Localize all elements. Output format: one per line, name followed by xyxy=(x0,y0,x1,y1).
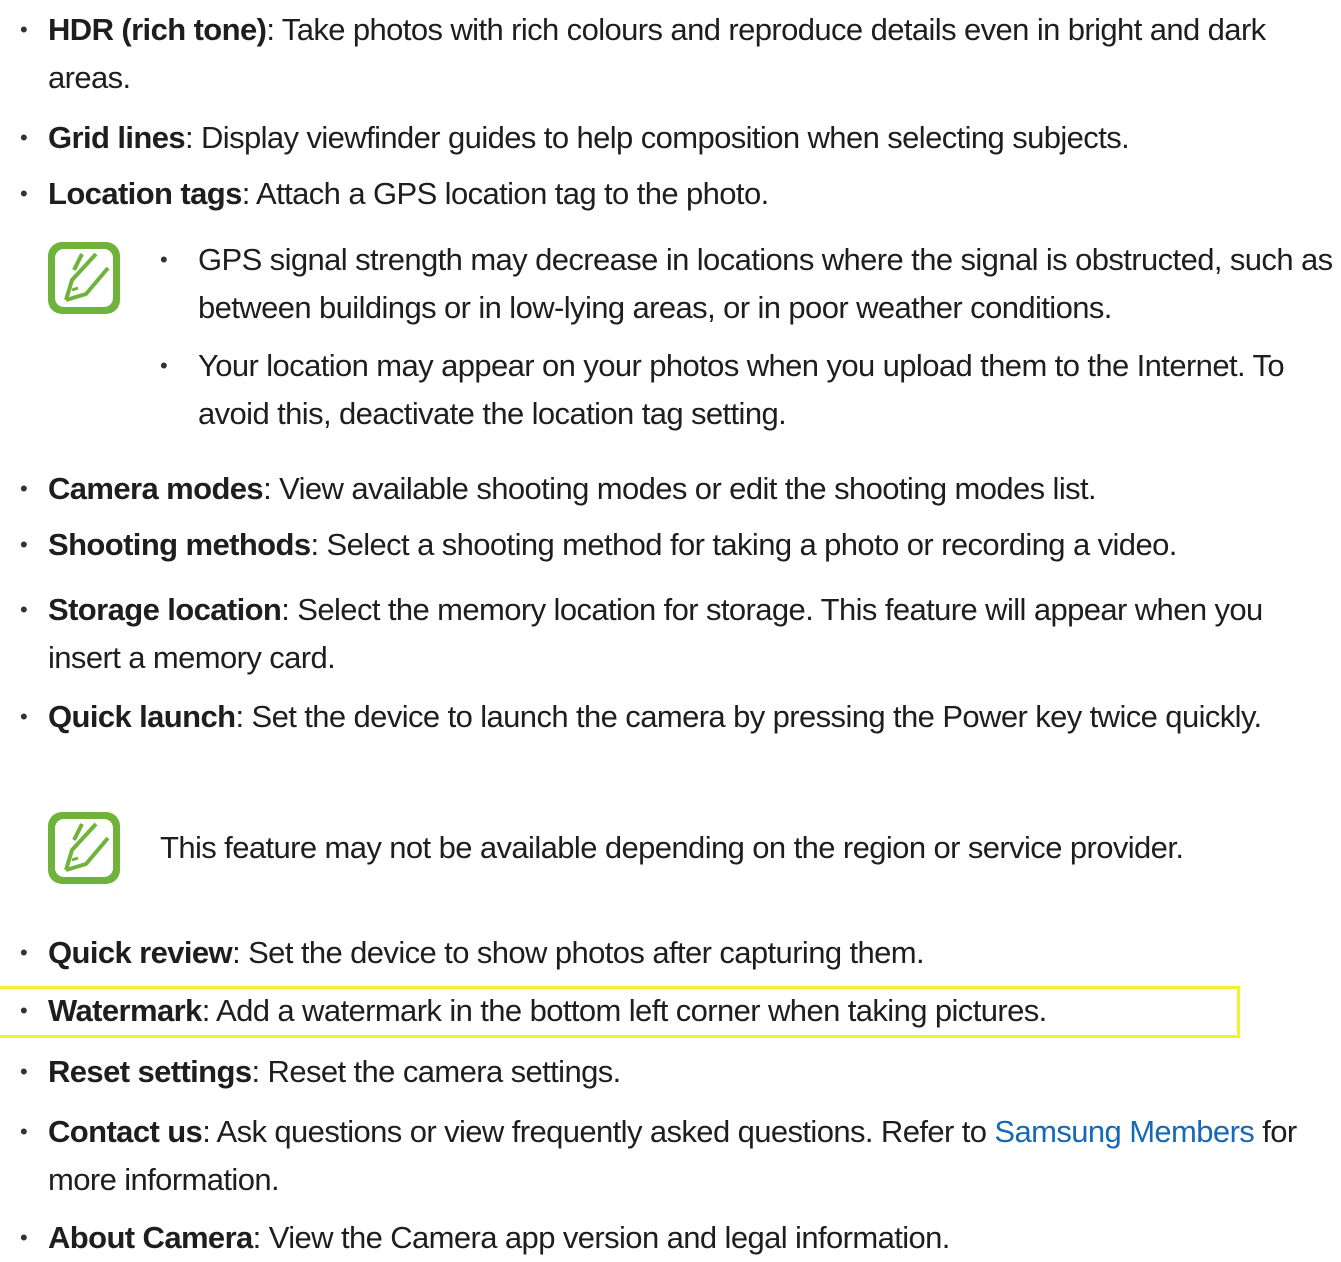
setting-item-shooting-methods: • Shooting methods: Select a shooting me… xyxy=(0,521,1320,569)
setting-description: : Set the device to launch the camera by… xyxy=(235,699,1262,734)
bullet: • xyxy=(20,704,28,729)
bullet: • xyxy=(20,532,28,557)
setting-item-camera-modes: • Camera modes: View available shooting … xyxy=(0,465,1320,513)
setting-item-hdr: • HDR (rich tone): Take photos with rich… xyxy=(0,6,1320,102)
setting-description: : Display viewfinder guides to help comp… xyxy=(184,120,1130,155)
setting-description: : Reset the camera settings. xyxy=(251,1054,622,1089)
setting-item-contact-us: • Contact us: Ask questions or view freq… xyxy=(0,1108,1320,1204)
bullet: • xyxy=(20,597,28,622)
setting-item-quick-review: • Quick review: Set the device to show p… xyxy=(0,929,1320,977)
setting-description: : Attach a GPS location tag to the photo… xyxy=(241,176,769,211)
setting-description: : View the Camera app version and legal … xyxy=(252,1220,951,1255)
note-text: GPS signal strength may decrease in loca… xyxy=(198,242,1333,325)
note-pencil-icon xyxy=(48,242,120,314)
bullet: • xyxy=(20,17,28,42)
setting-description: : Select a shooting method for taking a … xyxy=(310,527,1177,562)
note-pencil-icon xyxy=(48,812,120,884)
setting-term: Quick launch xyxy=(48,699,236,734)
samsung-members-link[interactable]: Samsung Members xyxy=(994,1114,1254,1149)
setting-term: Contact us xyxy=(48,1114,203,1149)
setting-item-grid-lines: • Grid lines: Display viewfinder guides … xyxy=(0,114,1320,162)
setting-term: About Camera xyxy=(48,1220,253,1255)
setting-description: : Set the device to show photos after ca… xyxy=(232,935,925,970)
manual-page: • HDR (rich tone): Take photos with rich… xyxy=(0,0,1341,1255)
bullet: • xyxy=(20,1059,28,1084)
bullet: • xyxy=(20,125,28,150)
setting-term: HDR (rich tone) xyxy=(48,12,267,47)
note-bullet-location: • Your location may appear on your photo… xyxy=(150,342,1335,438)
setting-term: Location tags xyxy=(48,176,242,211)
bullet: • xyxy=(160,247,168,272)
setting-item-location-tags: • Location tags: Attach a GPS location t… xyxy=(0,170,1320,218)
setting-item-reset-settings: • Reset settings: Reset the camera setti… xyxy=(0,1048,1320,1096)
note-text: Your location may appear on your photos … xyxy=(198,348,1285,431)
bullet: • xyxy=(20,476,28,501)
bullet: • xyxy=(160,353,168,378)
setting-term: Grid lines xyxy=(48,120,186,155)
note-text-availability: This feature may not be available depend… xyxy=(160,830,1184,865)
setting-description: : Ask questions or view frequently asked… xyxy=(202,1114,995,1149)
bullet: • xyxy=(20,940,28,965)
bullet: • xyxy=(20,1119,28,1144)
setting-term: Storage location xyxy=(48,592,282,627)
setting-item-storage-location: • Storage location: Select the memory lo… xyxy=(0,586,1320,682)
setting-term: Shooting methods xyxy=(48,527,311,562)
bullet: • xyxy=(20,998,28,1023)
note-bullet-gps: • GPS signal strength may decrease in lo… xyxy=(150,236,1335,332)
setting-term: Reset settings xyxy=(48,1054,252,1089)
setting-item-quick-launch: • Quick launch: Set the device to launch… xyxy=(0,693,1320,741)
setting-term: Camera modes xyxy=(48,471,264,506)
setting-description: : View available shooting modes or edit … xyxy=(263,471,1097,506)
setting-item-watermark: • Watermark: Add a watermark in the bott… xyxy=(0,987,1320,1035)
setting-term: Quick review xyxy=(48,935,233,970)
setting-description: : Add a watermark in the bottom left cor… xyxy=(201,993,1048,1028)
bullet: • xyxy=(20,181,28,206)
setting-term: Watermark xyxy=(48,993,202,1028)
